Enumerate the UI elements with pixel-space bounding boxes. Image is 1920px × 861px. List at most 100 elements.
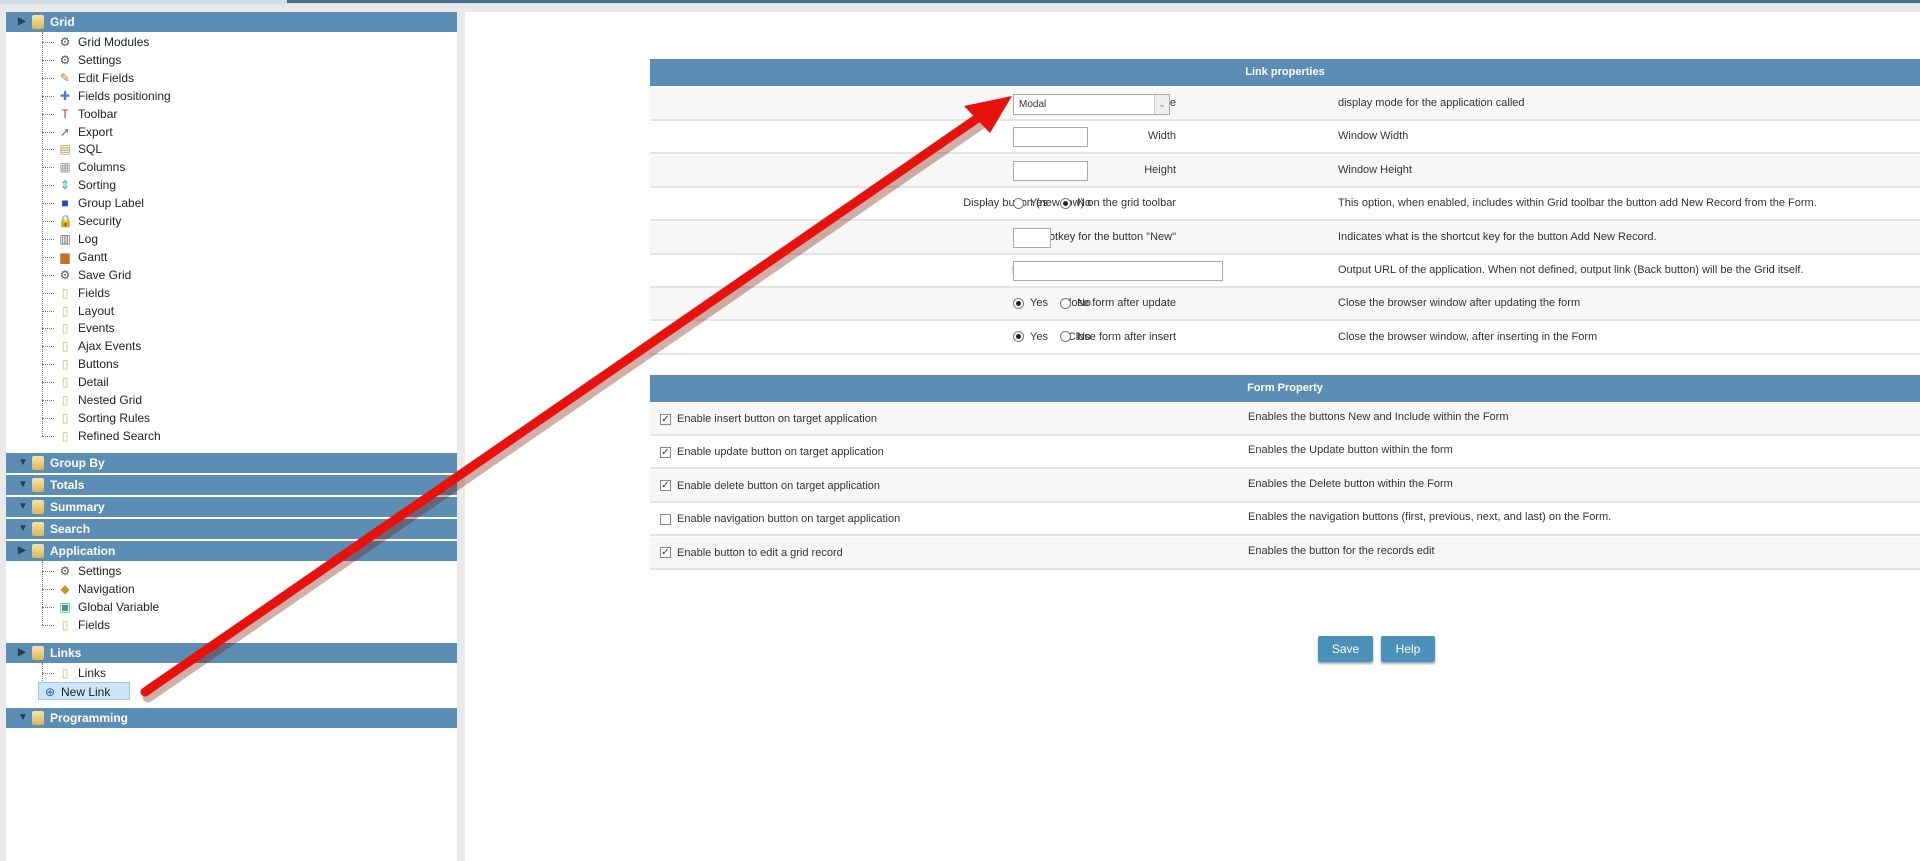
sidebar-item-label: New Link	[61, 684, 111, 699]
sidebar-item-navigation[interactable]: ◆ Navigation	[36, 580, 135, 598]
checkbox-label: Enable button to edit a grid record	[677, 546, 843, 559]
sidebar-item-refined-search[interactable]: ▯ Refined Search	[36, 427, 161, 445]
expand-arrow-icon[interactable]: ▶	[18, 541, 26, 561]
form-property-row: ✓ Enable insert button on target applicat…	[650, 403, 1920, 436]
exit-url-for-the-target-application-input[interactable]	[1013, 261, 1223, 281]
radio-label: No	[1076, 330, 1092, 343]
sidebar-item-save-grid[interactable]: ⚙ Save Grid	[36, 266, 131, 284]
sidebar-item-export[interactable]: ➚ Export	[36, 123, 113, 141]
tree-connector	[42, 606, 54, 608]
link-operation-mode-select[interactable]: Modal ⌄	[1013, 94, 1170, 115]
checkbox-label: Enable update button on target applicati…	[677, 446, 884, 459]
sidebar-item-sorting[interactable]: ⇕ Sorting	[36, 176, 116, 194]
radio-button[interactable]	[1059, 197, 1071, 209]
form-property-option[interactable]: ✓ Enable delete button on target applicat…	[660, 480, 880, 492]
radio-button[interactable]	[1013, 297, 1024, 309]
sidebar-item-grid-modules[interactable]: ⚙ Grid Modules	[36, 33, 149, 51]
sidebar-item-events[interactable]: ▯ Events	[36, 319, 115, 337]
sidebar-item-nested-grid[interactable]: ▯ Nested Grid	[36, 391, 142, 409]
navigation-icon: ◆	[60, 581, 70, 596]
radio-button[interactable]	[1013, 197, 1024, 209]
link-property-row: Hotkey for the button "New" Indicates wha…	[650, 221, 1920, 255]
sidebar-item-log[interactable]: ▥ Log	[36, 230, 98, 248]
sidebar-item-buttons[interactable]: ▯ Buttons	[36, 355, 119, 373]
chevron-down-icon[interactable]: ⌄	[1154, 95, 1169, 114]
form-property-option[interactable]: ✓ Enable button to edit a grid record	[660, 547, 843, 559]
form-property-option[interactable]: ✓ Enable insert button on target applicat…	[660, 413, 877, 425]
export-icon: ➚	[59, 124, 71, 139]
radio-button[interactable]	[1013, 331, 1024, 343]
sidebar-item-gantt[interactable]: ▆ Gantt	[36, 248, 107, 266]
close-form-after-update-radio-yes[interactable]: Yes	[1013, 297, 1048, 309]
display-button-new-row-on-the-grid-toolbar-radio-no[interactable]: No	[1059, 197, 1091, 209]
sidebar-item-fields[interactable]: ▯ Fields	[36, 284, 110, 302]
sidebar-item-label: Links	[78, 666, 107, 680]
sidebar-section-links[interactable]: ▶ Links	[6, 643, 457, 663]
checkbox[interactable]: ✓	[660, 480, 671, 492]
collapse-arrow-icon[interactable]: ▼	[18, 453, 28, 473]
save-button[interactable]: Save	[1318, 636, 1373, 662]
sidebar-item-label: Export	[78, 124, 113, 139]
sidebar-item-fields[interactable]: ▯ Fields	[36, 616, 110, 634]
display-button-new-row-on-the-grid-toolbar-radio-yes[interactable]: Yes	[1013, 197, 1048, 209]
checkbox[interactable]: ✓	[660, 413, 671, 425]
sidebar-section-search[interactable]: ▼ Search	[6, 519, 457, 539]
collapse-arrow-icon[interactable]: ▼	[18, 497, 28, 517]
field-control	[1013, 227, 1051, 248]
sidebar-item-group-label[interactable]: ■ Group Label	[36, 194, 144, 212]
folder-icon	[32, 500, 44, 514]
sidebar-item-toolbar[interactable]: T Toolbar	[36, 105, 117, 123]
expand-arrow-icon[interactable]: ▶	[18, 12, 26, 32]
sidebar-section-grid[interactable]: ▶ Grid	[6, 12, 457, 32]
radio-button[interactable]	[1059, 331, 1071, 343]
close-form-after-insert-radio-no[interactable]: No	[1059, 330, 1092, 343]
collapse-arrow-icon[interactable]: ▼	[18, 519, 28, 539]
field-description: Enables the button for the records edit	[1248, 544, 1435, 557]
help-button[interactable]: Help	[1381, 636, 1435, 662]
checkbox-label: Enable delete button on target applicati…	[677, 479, 881, 492]
sidebar-section-programming[interactable]: ▼ Programming	[6, 708, 457, 728]
radio-label: No	[1076, 297, 1092, 310]
sidebar-item-security[interactable]: 🔒 Security	[36, 212, 121, 230]
sidebar-item-columns[interactable]: ▦ Columns	[36, 158, 125, 176]
sidebar-item-links[interactable]: ▯ Links	[36, 664, 106, 682]
width-input[interactable]	[1013, 127, 1088, 148]
gear-icon: ⚙	[59, 35, 71, 49]
sidebar-section-summary[interactable]: ▼ Summary	[6, 497, 457, 517]
field-description: This option, when enabled, includes with…	[1338, 197, 1817, 210]
sidebar-section-group-by[interactable]: ▼ Group By	[6, 453, 457, 473]
height-input[interactable]	[1013, 160, 1088, 181]
sidebar-item-fields-positioning[interactable]: ✚ Fields positioning	[36, 87, 171, 105]
radio-button[interactable]	[1059, 297, 1071, 309]
link-property-row: Exit URL for the target applicationOutpu…	[650, 255, 1920, 288]
expand-arrow-icon[interactable]: ▶	[18, 643, 26, 663]
sidebar-item-label: Refined Search	[78, 428, 161, 443]
hotkey-for-the-button-new-input[interactable]	[1013, 227, 1051, 248]
form-property-option[interactable]: ✓ Enable update button on target applicat…	[660, 446, 884, 458]
sidebar-item-label: Fields	[78, 617, 111, 632]
sidebar-item-label: Settings	[78, 564, 122, 578]
form-property-option[interactable]: Enable navigation button on target appli…	[660, 513, 900, 525]
sidebar-section-application[interactable]: ▶ Application	[6, 541, 457, 561]
sidebar-item-ajax-events[interactable]: ▯ Ajax Events	[36, 337, 141, 355]
sidebar-item-settings[interactable]: ⚙ Settings	[36, 562, 121, 580]
sidebar-item-label: Security	[78, 214, 122, 228]
checkbox[interactable]	[660, 513, 671, 525]
sidebar-section-totals[interactable]: ▼ Totals	[6, 475, 457, 495]
sidebar-item-global-variable[interactable]: ▣ Global Variable	[36, 598, 159, 616]
collapse-arrow-icon[interactable]: ▼	[18, 708, 28, 728]
checkbox[interactable]: ✓	[660, 446, 671, 458]
close-form-after-update-radio-no[interactable]: No	[1059, 297, 1092, 310]
close-form-after-insert-radio-yes[interactable]: Yes	[1013, 331, 1048, 343]
sidebar-item-sorting-rules[interactable]: ▯ Sorting Rules	[36, 409, 150, 427]
sidebar-item-edit-fields[interactable]: ✎ Edit Fields	[36, 69, 134, 87]
form-property-row: ✓ Enable button to edit a grid record Enab…	[650, 536, 1920, 570]
sidebar-item-settings[interactable]: ⚙ Settings	[36, 51, 121, 69]
sidebar-item-layout[interactable]: ▯ Layout	[36, 302, 114, 320]
sidebar-item-detail[interactable]: ▯ Detail	[36, 373, 109, 391]
link-property-row: Close form after insert Yes No Close the br…	[650, 321, 1920, 355]
sidebar-item-sql[interactable]: ▤ SQL	[36, 140, 102, 158]
checkbox[interactable]: ✓	[660, 547, 671, 559]
collapse-arrow-icon[interactable]: ▼	[18, 475, 28, 495]
sidebar-item-new-link[interactable]: ⊕ New Link	[38, 681, 130, 700]
